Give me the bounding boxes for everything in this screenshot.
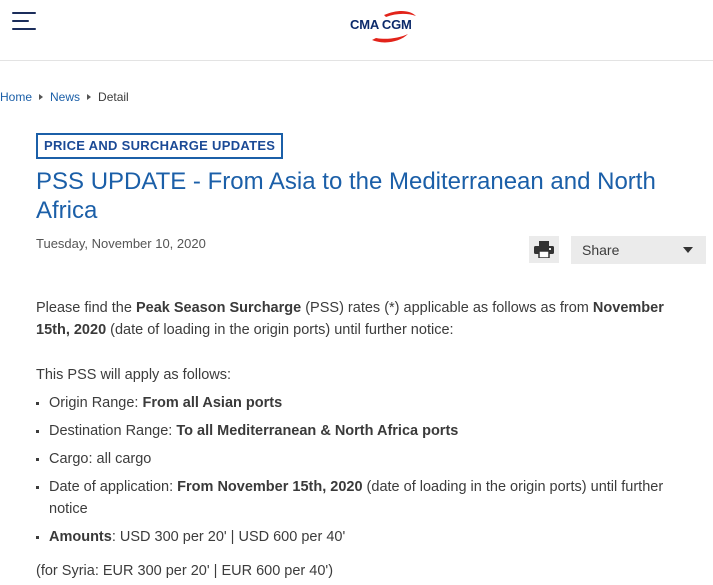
print-button[interactable] (529, 236, 559, 263)
cma-cgm-logo[interactable]: CMA CGM (344, 7, 426, 47)
list-item-value: Amounts (49, 529, 112, 545)
list-item-origin: Origin Range: From all Asian ports (36, 392, 696, 414)
apply-intro: This PSS will apply as follows: (36, 367, 232, 383)
breadcrumb-separator-icon (87, 94, 92, 100)
intro-text: (date of loading in the origin ports) un… (106, 322, 454, 338)
list-item-value: From November 15th, 2020 (177, 479, 363, 495)
list-item-date-of-application: Date of application: From November 15th,… (36, 476, 696, 520)
site-header: CMA CGM (0, 0, 713, 61)
chevron-down-icon (683, 247, 693, 253)
list-item-cargo: Cargo: all cargo (36, 448, 696, 470)
hamburger-menu-icon[interactable] (12, 11, 36, 31)
intro-text: Please find the (36, 300, 136, 316)
pss-details-list: Origin Range: From all Asian ports Desti… (36, 392, 696, 554)
breadcrumb-current: Detail (98, 90, 129, 104)
share-label: Share (582, 242, 620, 258)
breadcrumb: Home News Detail (0, 90, 129, 104)
syria-note: (for Syria: EUR 300 per 20' | EUR 600 pe… (36, 563, 334, 579)
list-item-destination: Destination Range: To all Mediterranean … (36, 420, 696, 442)
list-item-amounts: Amounts: USD 300 per 20' | USD 600 per 4… (36, 526, 696, 548)
intro-paragraph: Please find the Peak Season Surcharge (P… (36, 297, 696, 341)
list-item-label: Origin Range: (49, 395, 143, 411)
list-item-label: Destination Range: (49, 423, 177, 439)
list-item-rest: : USD 300 per 20' | USD 600 per 40' (111, 529, 346, 545)
list-item-value: To all Mediterranean & North Africa port… (176, 423, 459, 439)
list-item-label: Date of application: (49, 479, 178, 495)
breadcrumb-separator-icon (39, 94, 44, 100)
breadcrumb-home-link[interactable]: Home (0, 90, 32, 104)
intro-bold-term: Peak Season Surcharge (135, 300, 302, 316)
article-title: PSS UPDATE - From Asia to the Mediterran… (36, 168, 656, 224)
list-item-label: Cargo: all cargo (49, 451, 152, 467)
share-dropdown[interactable]: Share (571, 236, 706, 264)
printer-icon (534, 241, 554, 258)
category-tag[interactable]: PRICE AND SURCHARGE UPDATES (36, 133, 284, 159)
breadcrumb-news-link[interactable]: News (50, 90, 80, 104)
list-item-value: From all Asian ports (142, 395, 283, 411)
article-date: Tuesday, November 10, 2020 (36, 236, 206, 251)
intro-text: (PSS) rates (*) applicable as follows as… (301, 300, 593, 316)
logo-text: CMA CGM (350, 17, 412, 32)
